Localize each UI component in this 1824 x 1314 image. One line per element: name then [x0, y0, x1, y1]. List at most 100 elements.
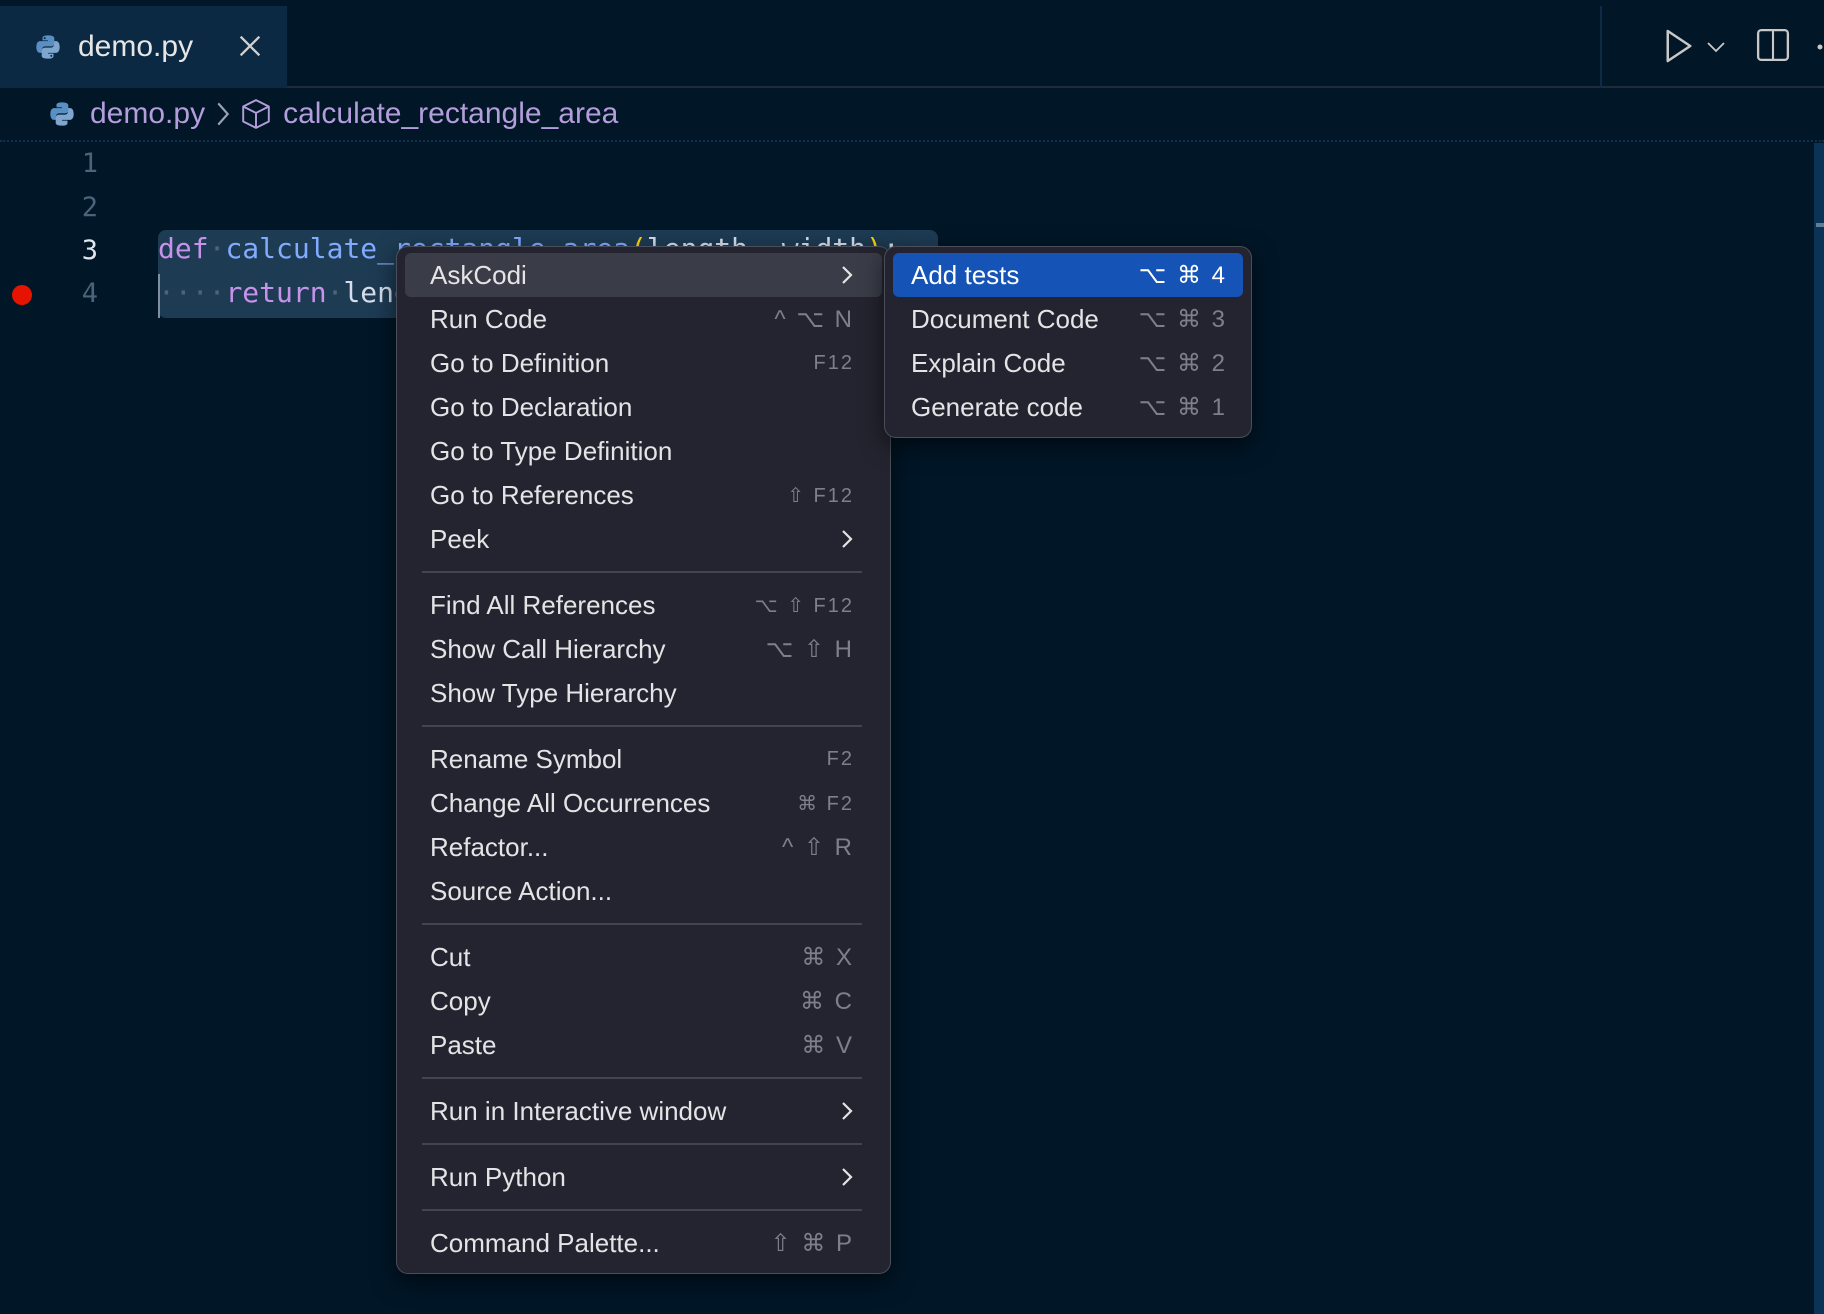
- menu-item-shortcut: ⌥ ⌘ 4: [1138, 261, 1227, 289]
- menu-item-rename-symbol[interactable]: Rename Symbol F2: [405, 737, 882, 781]
- cube-icon: [242, 99, 270, 129]
- menu-item-label: Go to Declaration: [430, 391, 633, 422]
- menu-item-shortcut: F2: [826, 747, 854, 770]
- menu-item-shortcut: ⌥ ⇧ H: [765, 635, 854, 663]
- menu-item-paste[interactable]: Paste ⌘ V: [405, 1023, 882, 1067]
- submenu-item-generate-code[interactable]: Generate code ⌥ ⌘ 1: [893, 385, 1243, 429]
- submenu-item-add-tests[interactable]: Add tests ⌥ ⌘ 4: [893, 253, 1243, 297]
- menu-item-label: Explain Code: [911, 347, 1066, 378]
- menu-item-peek[interactable]: Peek: [405, 517, 882, 561]
- menu-item-shortcut: ⌥ ⌘ 2: [1138, 349, 1227, 377]
- close-icon[interactable]: [236, 32, 264, 60]
- editor-actions: [1600, 6, 1824, 88]
- menu-separator: [422, 1143, 862, 1145]
- breadcrumb: demo.py calculate_rectangle_area: [0, 88, 1824, 142]
- menu-item-label: Paste: [430, 1029, 497, 1060]
- menu-item-shortcut: F12: [813, 351, 854, 374]
- menu-separator: [422, 571, 862, 573]
- menu-item-shortcut: ⌥ ⌘ 1: [1138, 393, 1227, 421]
- menu-item-shortcut: ⌘ C: [800, 987, 854, 1015]
- line-number-active: 3: [81, 235, 98, 266]
- python-icon: [36, 35, 60, 59]
- menu-item-label: Copy: [430, 985, 491, 1016]
- menu-item-label: Show Type Hierarchy: [430, 677, 677, 708]
- chevron-right-icon: [217, 102, 230, 126]
- tab-bar: demo.py: [0, 0, 1824, 88]
- menu-item-change-all-occurrences[interactable]: Change All Occurrences ⌘ F2: [405, 781, 882, 825]
- menu-item-source-action[interactable]: Source Action...: [405, 869, 882, 913]
- menu-item-shortcut: ⌘ X: [801, 943, 854, 971]
- menu-item-label: Command Palette...: [430, 1227, 660, 1258]
- menu-item-label: Go to Type Definition: [430, 435, 673, 466]
- menu-item-label: AskCodi: [430, 259, 527, 290]
- menu-item-shortcut: ⇧ F12: [787, 484, 854, 507]
- submenu-item-explain-code[interactable]: Explain Code ⌥ ⌘ 2: [893, 341, 1243, 385]
- line-number: 1: [81, 148, 98, 179]
- menu-separator: [422, 923, 862, 925]
- play-icon[interactable]: [1664, 28, 1694, 64]
- menu-separator: [422, 1209, 862, 1211]
- menu-item-show-call-hierarchy[interactable]: Show Call Hierarchy ⌥ ⇧ H: [405, 627, 882, 671]
- menu-item-label: Run Code: [430, 303, 548, 334]
- scrollbar-cursor-marker: [1816, 223, 1824, 227]
- whitespace-marker: ·: [208, 232, 226, 265]
- menu-item-label: Show Call Hierarchy: [430, 633, 666, 664]
- menu-item-label: Add tests: [911, 259, 1020, 290]
- breakpoint-icon[interactable]: [12, 285, 32, 305]
- menu-item-label: Source Action...: [430, 875, 613, 906]
- menu-item-shortcut: ⌘ V: [801, 1031, 854, 1059]
- menu-item-label: Refactor...: [430, 831, 549, 862]
- keyword: return: [225, 276, 327, 309]
- menu-item-shortcut: ⌥ ⌘ 3: [1138, 305, 1227, 333]
- menu-item-label: Go to Definition: [430, 347, 610, 378]
- keyword: def: [158, 232, 209, 265]
- vertical-scrollbar[interactable]: [1814, 143, 1824, 1314]
- menu-item-label: Rename Symbol: [430, 743, 623, 774]
- menu-item-run-python[interactable]: Run Python: [405, 1155, 882, 1199]
- menu-item-cut[interactable]: Cut ⌘ X: [405, 935, 882, 979]
- split-editor-icon[interactable]: [1756, 28, 1790, 62]
- ellipsis-icon[interactable]: [1816, 42, 1824, 52]
- menu-item-go-to-definition[interactable]: Go to Definition F12: [405, 341, 882, 385]
- breadcrumb-symbol[interactable]: calculate_rectangle_area: [283, 97, 618, 131]
- chevron-right-icon: [842, 530, 853, 548]
- menu-item-find-all-references[interactable]: Find All References ⌥ ⇧ F12: [405, 583, 882, 627]
- python-icon: [50, 102, 74, 126]
- line-number: 4: [81, 278, 98, 309]
- menu-item-askcodi[interactable]: AskCodi: [405, 253, 882, 297]
- menu-item-go-to-type-definition[interactable]: Go to Type Definition: [405, 429, 882, 473]
- menu-item-label: Change All Occurrences: [430, 787, 711, 818]
- chevron-down-icon[interactable]: [1706, 40, 1726, 54]
- chevron-right-icon: [842, 1168, 853, 1186]
- menu-item-copy[interactable]: Copy ⌘ C: [405, 979, 882, 1023]
- menu-item-go-to-references[interactable]: Go to References ⇧ F12: [405, 473, 882, 517]
- menu-item-label: Document Code: [911, 303, 1099, 334]
- tab-label: demo.py: [78, 30, 194, 63]
- whitespace-marker: ·: [326, 276, 344, 309]
- menu-item-refactor[interactable]: Refactor... ^ ⇧ R: [405, 825, 882, 869]
- menu-item-label: Find All References: [430, 589, 656, 620]
- menu-item-label: Run Python: [430, 1161, 566, 1192]
- submenu-item-document-code[interactable]: Document Code ⌥ ⌘ 3: [893, 297, 1243, 341]
- menu-item-label: Run in Interactive window: [430, 1095, 727, 1126]
- tab-demo-py[interactable]: demo.py: [0, 6, 287, 88]
- chevron-right-icon: [842, 1102, 853, 1120]
- breadcrumb-file[interactable]: demo.py: [90, 97, 205, 131]
- menu-item-show-type-hierarchy[interactable]: Show Type Hierarchy: [405, 671, 882, 715]
- menu-item-shortcut: ⌥ ⇧ F12: [754, 594, 854, 617]
- menu-separator: [422, 725, 862, 727]
- menu-separator: [422, 1077, 862, 1079]
- askcodi-submenu: Add tests ⌥ ⌘ 4 Document Code ⌥ ⌘ 3 Explain …: [884, 246, 1252, 438]
- context-menu: AskCodi Run Code ^ ⌥ N Go to Definition F12 G…: [396, 246, 891, 1274]
- menu-item-run-code[interactable]: Run Code ^ ⌥ N: [405, 297, 882, 341]
- whitespace-marker: ····: [158, 276, 226, 309]
- menu-item-run-in-interactive-window[interactable]: Run in Interactive window: [405, 1089, 882, 1133]
- menu-item-label: Peek: [430, 523, 490, 554]
- menu-item-shortcut: ⌘ F2: [797, 792, 854, 815]
- menu-item-shortcut: ⇧ ⌘ P: [770, 1229, 854, 1257]
- menu-item-label: Generate code: [911, 391, 1084, 422]
- menu-item-command-palette[interactable]: Command Palette... ⇧ ⌘ P: [405, 1221, 882, 1265]
- menu-item-go-to-declaration[interactable]: Go to Declaration: [405, 385, 882, 429]
- menu-item-shortcut: ^ ⌥ N: [774, 305, 854, 333]
- chevron-right-icon: [842, 266, 853, 284]
